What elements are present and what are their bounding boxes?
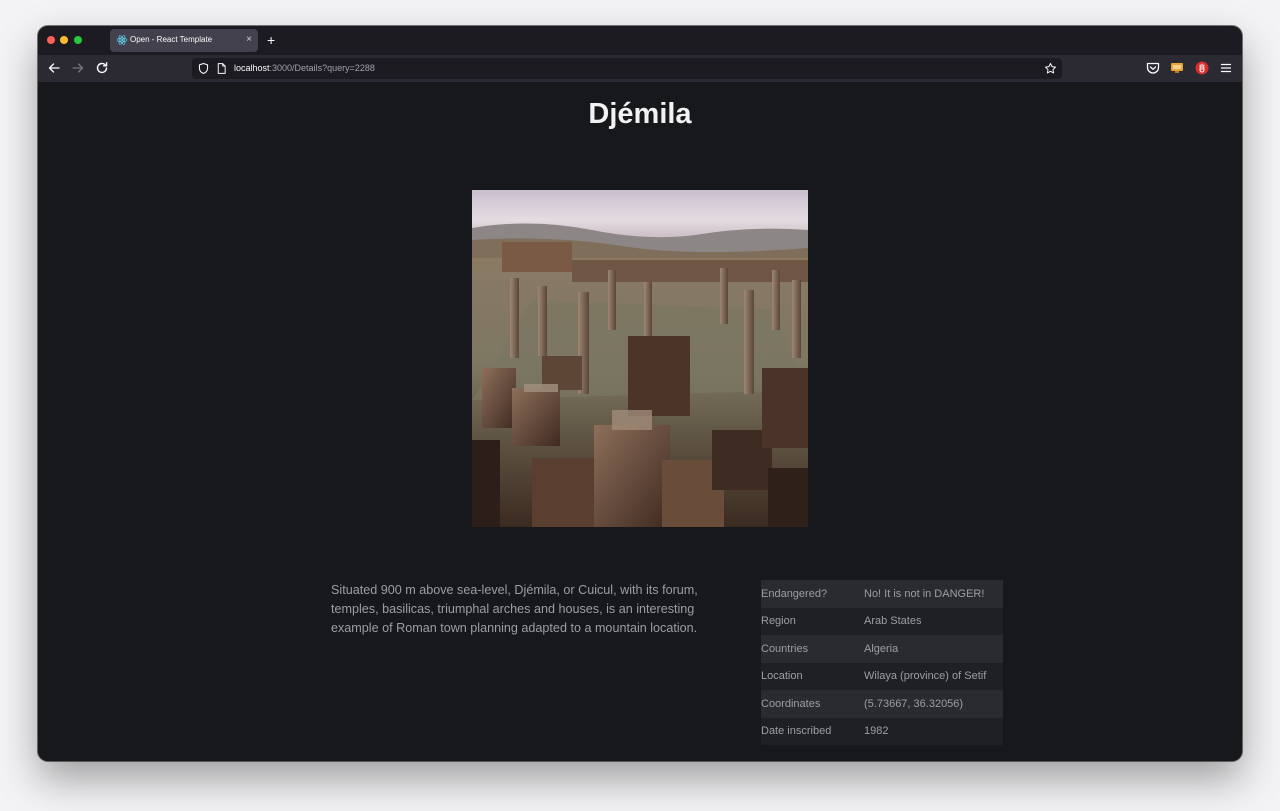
new-tab-button[interactable]: + bbox=[267, 31, 275, 49]
tab-title: Open - React Template bbox=[130, 35, 213, 44]
info-label: Date inscribed bbox=[761, 725, 832, 738]
bookmark-star-icon[interactable] bbox=[1044, 62, 1057, 75]
table-row: Date inscribed 1982 bbox=[761, 717, 1003, 745]
maximize-window-button[interactable] bbox=[74, 36, 82, 44]
info-value: Arab States bbox=[864, 615, 922, 628]
back-arrow-icon[interactable] bbox=[46, 60, 62, 76]
table-row: Endangered? No! It is not in DANGER! bbox=[761, 580, 1003, 608]
minimize-window-button[interactable] bbox=[60, 36, 68, 44]
close-window-button[interactable] bbox=[47, 36, 55, 44]
menu-icon[interactable] bbox=[1218, 60, 1234, 76]
info-label: Coordinates bbox=[761, 697, 821, 710]
info-value: Algeria bbox=[864, 642, 899, 655]
info-value: Wilaya (province) of Setif bbox=[864, 670, 987, 683]
info-label: Endangered? bbox=[761, 587, 828, 600]
forward-arrow-icon[interactable] bbox=[70, 60, 86, 76]
site-description: Situated 900 m above sea-level, Djémila,… bbox=[331, 583, 698, 635]
blocker-extension-icon[interactable] bbox=[1194, 60, 1210, 76]
site-photo bbox=[472, 190, 808, 527]
address-bar[interactable]: localhost:3000/Details?query=2288 bbox=[192, 58, 1062, 79]
table-row: Coordinates (5.73667, 36.32056) bbox=[761, 690, 1003, 718]
tab-close-icon[interactable]: × bbox=[246, 33, 252, 47]
site-info-table: Endangered? No! It is not in DANGER! Reg… bbox=[761, 580, 1003, 745]
url-path: :3000/Details?query=2288 bbox=[269, 63, 375, 73]
info-label: Location bbox=[761, 670, 803, 683]
browser-tab[interactable]: Open - React Template × bbox=[110, 29, 258, 52]
info-value: No! It is not in DANGER! bbox=[864, 587, 985, 600]
url-host: localhost bbox=[234, 63, 270, 73]
pocket-icon[interactable] bbox=[1145, 60, 1161, 76]
navigation-toolbar: localhost:3000/Details?query=2288 bbox=[38, 55, 1242, 82]
page-title: Djémila bbox=[588, 98, 692, 130]
extension-icon[interactable] bbox=[1169, 60, 1185, 76]
shield-icon[interactable] bbox=[197, 62, 210, 75]
info-label: Countries bbox=[761, 642, 809, 655]
table-row: Location Wilaya (province) of Setif bbox=[761, 662, 1003, 690]
page-icon bbox=[217, 63, 226, 74]
table-row: Region Arab States bbox=[761, 607, 1003, 635]
info-value: 1982 bbox=[864, 725, 889, 738]
url-text[interactable]: localhost:3000/Details?query=2288 bbox=[234, 63, 375, 73]
react-icon bbox=[116, 35, 128, 45]
tab-strip: Open - React Template × + bbox=[38, 26, 1242, 55]
reload-icon[interactable] bbox=[94, 60, 110, 76]
info-value: (5.73667, 36.32056) bbox=[864, 697, 964, 710]
page-content: Djémila Situated 900 m above sea-level, … bbox=[38, 82, 1242, 761]
info-label: Region bbox=[761, 615, 796, 628]
browser-window: Open - React Template × + localhost:3000… bbox=[38, 26, 1242, 761]
table-row: Countries Algeria bbox=[761, 635, 1003, 663]
